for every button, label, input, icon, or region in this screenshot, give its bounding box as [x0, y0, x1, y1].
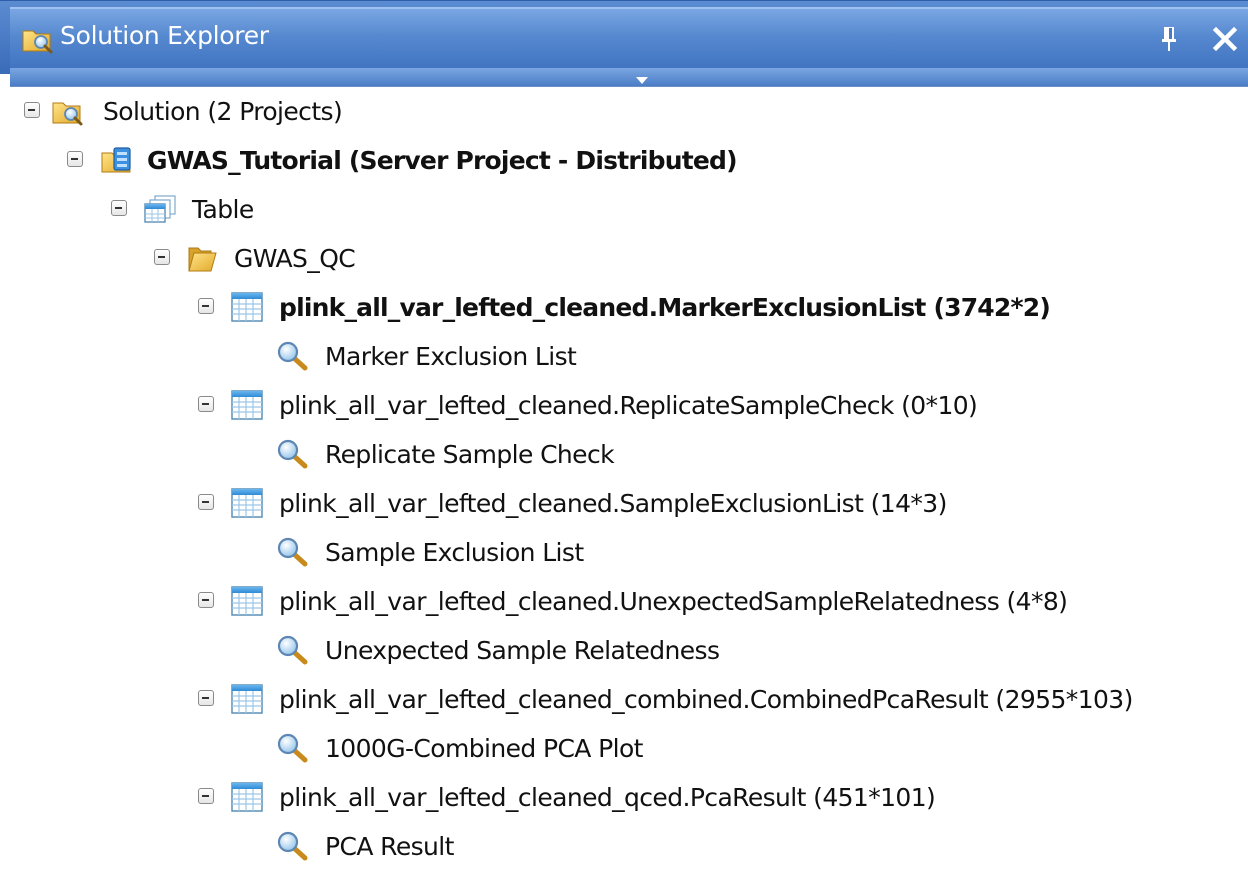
- tree-node-table[interactable]: Table: [0, 186, 1248, 235]
- view-label: Replicate Sample Check: [325, 440, 615, 469]
- search-view-icon: [276, 340, 310, 372]
- search-view-icon: [276, 732, 310, 764]
- collapse-icon[interactable]: [198, 396, 214, 412]
- collapse-icon[interactable]: [198, 298, 214, 314]
- tree-node-view[interactable]: 1000G-Combined PCA Plot: [0, 725, 1248, 774]
- table-label: Table: [192, 195, 254, 224]
- close-icon[interactable]: [1208, 21, 1242, 57]
- collapse-icon[interactable]: [24, 102, 40, 118]
- view-label: Unexpected Sample Relatedness: [325, 636, 720, 665]
- collapse-icon[interactable]: [198, 592, 214, 608]
- tree-node-view[interactable]: Marker Exclusion List: [0, 333, 1248, 382]
- tree-node-view[interactable]: Replicate Sample Check: [0, 431, 1248, 480]
- tree-node-data-table[interactable]: plink_all_var_lefted_cleaned_combined.Co…: [0, 676, 1248, 725]
- tree-node-view[interactable]: Unexpected Sample Relatedness: [0, 627, 1248, 676]
- view-label: 1000G-Combined PCA Plot: [325, 734, 643, 763]
- tree-node-solution[interactable]: Solution (2 Projects): [0, 88, 1248, 137]
- tree-node-data-table[interactable]: plink_all_var_lefted_cleaned.UnexpectedS…: [0, 578, 1248, 627]
- data-table-label: plink_all_var_lefted_cleaned.ReplicateSa…: [279, 391, 978, 420]
- data-table-icon: [230, 487, 264, 519]
- view-label: PCA Result: [325, 832, 454, 861]
- data-table-icon: [230, 585, 264, 617]
- tree-node-gwas-qc[interactable]: GWAS_QC: [0, 235, 1248, 284]
- data-table-label: plink_all_var_lefted_cleaned_combined.Co…: [279, 685, 1133, 714]
- data-table-label: plink_all_var_lefted_cleaned.SampleExclu…: [279, 489, 947, 518]
- data-table-label: plink_all_var_lefted_cleaned.MarkerExclu…: [279, 293, 1051, 322]
- solution-label: Solution (2 Projects): [103, 97, 343, 126]
- panel-splitter[interactable]: [10, 68, 1248, 87]
- search-view-icon: [276, 830, 310, 862]
- tree-node-view[interactable]: PCA Result: [0, 823, 1248, 872]
- solution-icon: [52, 102, 83, 126]
- view-label: Marker Exclusion List: [325, 342, 577, 371]
- view-label: Sample Exclusion List: [325, 538, 584, 567]
- search-view-icon: [276, 438, 310, 470]
- collapse-icon[interactable]: [111, 200, 127, 216]
- collapse-icon[interactable]: [198, 788, 214, 804]
- data-table-icon: [230, 683, 264, 715]
- data-table-label: plink_all_var_lefted_cleaned_qced.PcaRes…: [279, 783, 936, 812]
- search-view-icon: [276, 634, 310, 666]
- data-table-label: plink_all_var_lefted_cleaned.UnexpectedS…: [279, 587, 1068, 616]
- pin-icon[interactable]: [1154, 23, 1184, 55]
- title-bar: Solution Explorer: [0, 0, 1248, 74]
- dropdown-arrow-icon[interactable]: [636, 77, 648, 84]
- collapse-icon[interactable]: [154, 249, 170, 265]
- gwas-qc-label: GWAS_QC: [234, 244, 356, 273]
- tree-node-data-table[interactable]: plink_all_var_lefted_cleaned.ReplicateSa…: [0, 382, 1248, 431]
- solution-tree: Solution (2 Projects) GWAS_Tutorial (Ser…: [0, 88, 1248, 872]
- table-stack-icon: [144, 195, 176, 223]
- data-table-icon: [230, 291, 264, 323]
- tree-node-data-table[interactable]: plink_all_var_lefted_cleaned_qced.PcaRes…: [0, 774, 1248, 823]
- search-view-icon: [276, 536, 310, 568]
- project-label: GWAS_Tutorial (Server Project - Distribu…: [147, 146, 738, 175]
- collapse-icon[interactable]: [198, 690, 214, 706]
- tree-node-view[interactable]: Sample Exclusion List: [0, 529, 1248, 578]
- collapse-icon[interactable]: [198, 494, 214, 510]
- tree-node-data-table[interactable]: plink_all_var_lefted_cleaned.MarkerExclu…: [0, 284, 1248, 333]
- folder-icon: [188, 247, 217, 272]
- data-table-icon: [230, 389, 264, 421]
- server-project-icon: [101, 147, 131, 173]
- data-table-icon: [230, 781, 264, 813]
- tree-node-project[interactable]: GWAS_Tutorial (Server Project - Distribu…: [0, 137, 1248, 186]
- tree-node-data-table[interactable]: plink_all_var_lefted_cleaned.SampleExclu…: [0, 480, 1248, 529]
- window-title: Solution Explorer: [60, 21, 269, 50]
- solution-explorer-icon: [22, 30, 53, 54]
- collapse-icon[interactable]: [67, 151, 83, 167]
